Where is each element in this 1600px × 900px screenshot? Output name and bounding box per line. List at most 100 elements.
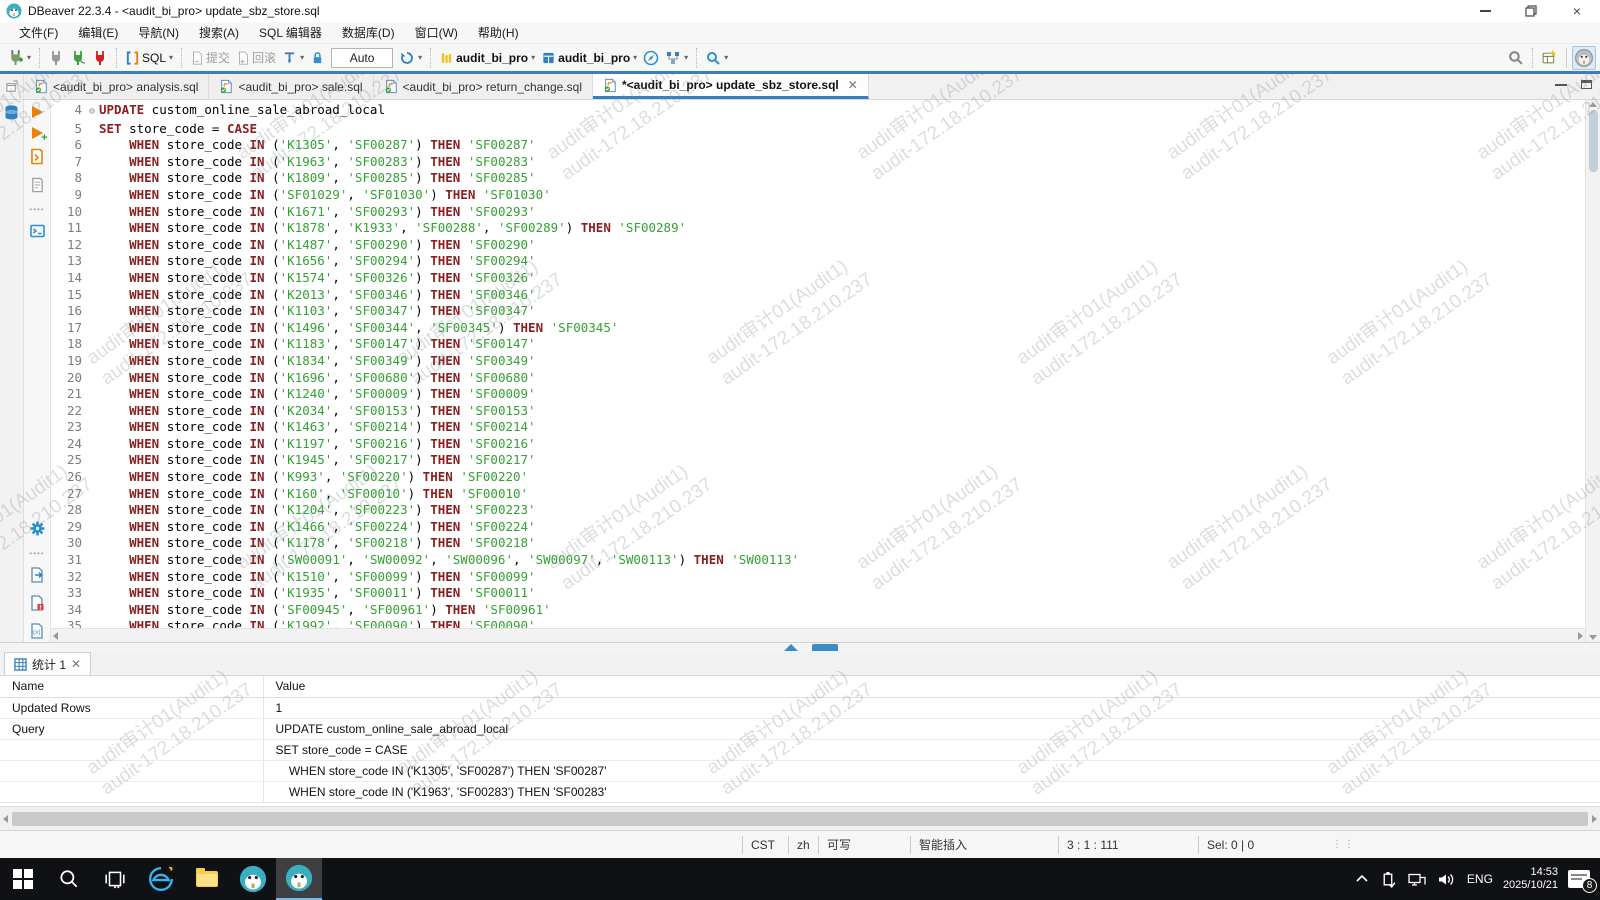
file-explorer-button[interactable] (184, 858, 230, 900)
export-result-button[interactable] (29, 567, 45, 586)
editor-horizontal-scrollbar[interactable] (51, 628, 1585, 642)
menu-item-2[interactable]: 导航(N) (129, 22, 188, 43)
menu-item-6[interactable]: 窗口(W) (406, 22, 467, 43)
start-button[interactable] (0, 858, 46, 900)
search-button[interactable] (1504, 47, 1527, 68)
menu-item-7[interactable]: 帮助(H) (469, 22, 528, 43)
code-line: 23 WHEN store_code IN ('K1463', 'SF00214… (51, 419, 1585, 436)
stats-col-value[interactable]: Value (263, 676, 1600, 697)
sql-code-editor[interactable]: 4⊖UPDATE custom_online_sale_abroad_local… (51, 100, 1585, 642)
commit-mode-select[interactable]: Auto (331, 48, 393, 68)
scroll-right-icon[interactable] (1592, 815, 1597, 823)
editor-settings-button[interactable] (29, 520, 46, 540)
menu-item-4[interactable]: SQL 编辑器 (250, 22, 331, 43)
execute-new-tab-button[interactable]: + (32, 127, 43, 139)
execute-script-button[interactable] (29, 148, 45, 168)
dbeaver-taskbar-button[interactable] (230, 858, 276, 900)
open-view-button[interactable] (1538, 47, 1561, 68)
sash-maximize-button[interactable] (812, 644, 838, 651)
internet-explorer-button[interactable] (138, 858, 184, 900)
window-restore-button[interactable] (1508, 0, 1554, 22)
window-minimize-button[interactable] (1462, 0, 1508, 22)
script-variables-button[interactable]: (x) (29, 623, 45, 642)
scroll-down-icon[interactable] (1589, 635, 1597, 640)
dbeaver-taskbar-button-active[interactable] (276, 858, 322, 900)
close-icon[interactable]: ✕ (848, 78, 858, 92)
scrollbar-thumb[interactable] (1589, 110, 1598, 172)
navigate-button[interactable] (640, 48, 662, 68)
task-view-icon (104, 868, 126, 890)
commit-button[interactable]: 提交 (187, 47, 233, 68)
language-indicator[interactable]: ENG (1467, 872, 1493, 886)
tab-label: <audit_bi_pro> return_change.sql (403, 80, 582, 94)
stats-col-name[interactable]: Name (0, 676, 263, 697)
code-area[interactable]: 4⊖UPDATE custom_online_sale_abroad_local… (51, 100, 1585, 628)
volume-icon[interactable] (1437, 871, 1457, 888)
scroll-left-icon[interactable] (53, 632, 58, 640)
results-horizontal-scrollbar[interactable] (0, 806, 1600, 830)
code-line: 34 WHEN store_code IN ('SF00945', 'SF009… (51, 602, 1585, 619)
database-navigator-icon[interactable] (3, 104, 20, 124)
task-view-button[interactable] (92, 858, 138, 900)
internet-explorer-icon (148, 866, 174, 892)
editor-tab-1[interactable]: <audit_bi_pro> sale.sql (209, 74, 373, 99)
minimize-editor-icon[interactable] (1555, 84, 1567, 86)
schema-selector[interactable]: audit_bi_pro ▾ (538, 48, 640, 68)
output-console-button[interactable] (29, 223, 46, 242)
stats-row[interactable]: WHEN store_code IN ('K1305', 'SF00287') … (0, 760, 1600, 781)
chevron-down-icon: ▾ (531, 53, 535, 62)
editor-tab-0[interactable]: <audit_bi_pro> analysis.sql (24, 74, 209, 99)
transaction-log-button[interactable]: ▾ (279, 48, 307, 68)
results-tab-bar: 统计 1 ✕ (0, 652, 1600, 676)
maximize-editor-icon[interactable] (1581, 80, 1592, 89)
disconnect-button[interactable] (89, 48, 111, 68)
network-icon[interactable] (1407, 871, 1427, 888)
commit-mode-icon-button[interactable]: ▾ (662, 48, 691, 68)
code-line: 26 WHEN store_code IN ('K993', 'SF00220'… (51, 469, 1585, 486)
stats-row[interactable]: WHEN store_code IN ('K1963', 'SF00283') … (0, 781, 1600, 802)
lock-button[interactable] (307, 48, 328, 68)
tray-expand-icon[interactable] (1354, 871, 1370, 887)
transaction-history-button[interactable]: ▾ (396, 48, 425, 68)
execute-statement-button[interactable] (32, 106, 43, 118)
dbeaver-perspective-button[interactable] (1572, 46, 1596, 70)
stats-row[interactable]: SET store_code = CASE (0, 739, 1600, 760)
usb-device-icon[interactable] (1380, 871, 1397, 888)
scrollbar-thumb[interactable] (12, 812, 1588, 826)
editor-tab-2[interactable]: <audit_bi_pro> return_change.sql (374, 74, 593, 99)
connection-selector[interactable]: audit_bi_pro ▾ (436, 48, 538, 68)
menu-item-0[interactable]: 文件(F) (10, 22, 67, 43)
stats-row[interactable]: QueryUPDATE custom_online_sale_abroad_lo… (0, 718, 1600, 739)
menu-item-1[interactable]: 编辑(E) (69, 22, 127, 43)
sash-collapse-up-button[interactable] (784, 644, 798, 651)
scroll-left-icon[interactable] (3, 815, 8, 823)
action-center-icon[interactable]: 8 (1568, 870, 1590, 888)
chevron-down-icon: ▾ (418, 53, 422, 62)
connect-button[interactable] (45, 48, 67, 68)
stats-row[interactable]: Updated Rows1 (0, 697, 1600, 718)
menu-item-5[interactable]: 数据库(D) (333, 22, 404, 43)
folder-icon (196, 871, 218, 887)
code-line: 12 WHEN store_code IN ('K1487', 'SF00290… (51, 237, 1585, 254)
scroll-right-icon[interactable] (1578, 632, 1583, 640)
stats-tab[interactable]: 统计 1 ✕ (4, 652, 91, 675)
taskbar-search-button[interactable] (46, 858, 92, 900)
new-connection-button[interactable]: ▾ (4, 47, 34, 68)
explain-plan-button[interactable] (30, 177, 45, 196)
sql-search-button[interactable]: ▾ (702, 48, 731, 68)
clock[interactable]: 14:53 2025/10/21 (1503, 866, 1558, 892)
close-icon[interactable]: ✕ (71, 657, 81, 671)
sql-editor-button[interactable]: SQL ▾ (122, 48, 176, 68)
reconnect-button[interactable] (67, 48, 89, 68)
scroll-up-icon[interactable] (1589, 102, 1597, 107)
dbeaver-window: DBeaver 22.3.4 - <audit_bi_pro> update_s… (0, 0, 1600, 900)
validate-script-button[interactable] (29, 595, 45, 614)
window-close-button[interactable]: × (1554, 0, 1600, 22)
chevron-down-icon: ▾ (724, 53, 728, 62)
editor-vertical-scrollbar[interactable] (1585, 100, 1600, 642)
menu-item-3[interactable]: 搜索(A) (190, 22, 248, 43)
editor-results-sash[interactable] (0, 642, 1600, 652)
editor-tab-3[interactable]: *<audit_bi_pro> update_sbz_store.sql✕ (593, 74, 869, 99)
restore-view-button[interactable] (0, 74, 24, 99)
rollback-button[interactable]: 回滚 (233, 47, 279, 68)
